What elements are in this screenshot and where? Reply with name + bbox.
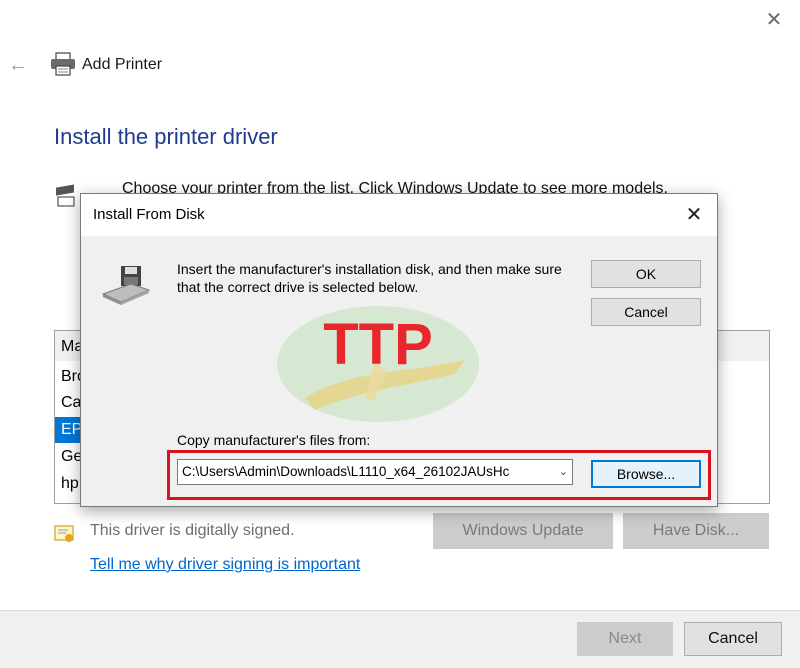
highlight-frame <box>167 450 711 500</box>
have-disk-button[interactable]: Have Disk... <box>623 513 769 549</box>
dialog-close-button[interactable]: ✕ <box>683 204 705 226</box>
copy-from-label: Copy manufacturer's files from: <box>177 432 371 448</box>
back-arrow-icon[interactable]: ← <box>8 54 30 76</box>
cancel-button[interactable]: Cancel <box>684 622 782 656</box>
printer-driver-icon <box>54 184 78 210</box>
window-close-button[interactable]: ✕ <box>764 10 784 30</box>
driver-signed-text: This driver is digitally signed. <box>90 522 295 539</box>
list-item[interactable]: hp <box>61 471 79 497</box>
wizard-title: Add Printer <box>82 56 163 73</box>
certificate-icon <box>54 524 76 544</box>
ttp-watermark-logo: TTP <box>275 302 481 426</box>
page-heading: Install the printer driver <box>54 124 278 149</box>
watermark-text: TTP <box>323 312 433 377</box>
install-from-disk-dialog: Install From Disk ✕ Insert the manufactu… <box>80 193 718 507</box>
windows-update-button[interactable]: Windows Update <box>433 513 613 549</box>
ok-button[interactable]: OK <box>591 260 701 288</box>
printer-icon <box>50 52 76 76</box>
driver-signing-link[interactable]: Tell me why driver signing is important <box>90 556 360 574</box>
list-item[interactable]: Ca <box>61 390 81 416</box>
dialog-title: Install From Disk <box>93 206 205 223</box>
wizard-footer <box>0 610 800 668</box>
dialog-message: Insert the manufacturer's installation d… <box>177 261 562 295</box>
next-button[interactable]: Next <box>577 622 673 656</box>
dialog-cancel-button[interactable]: Cancel <box>591 298 701 326</box>
disk-drive-icon <box>101 264 151 306</box>
dialog-titlebar: Install From Disk ✕ <box>81 194 717 236</box>
